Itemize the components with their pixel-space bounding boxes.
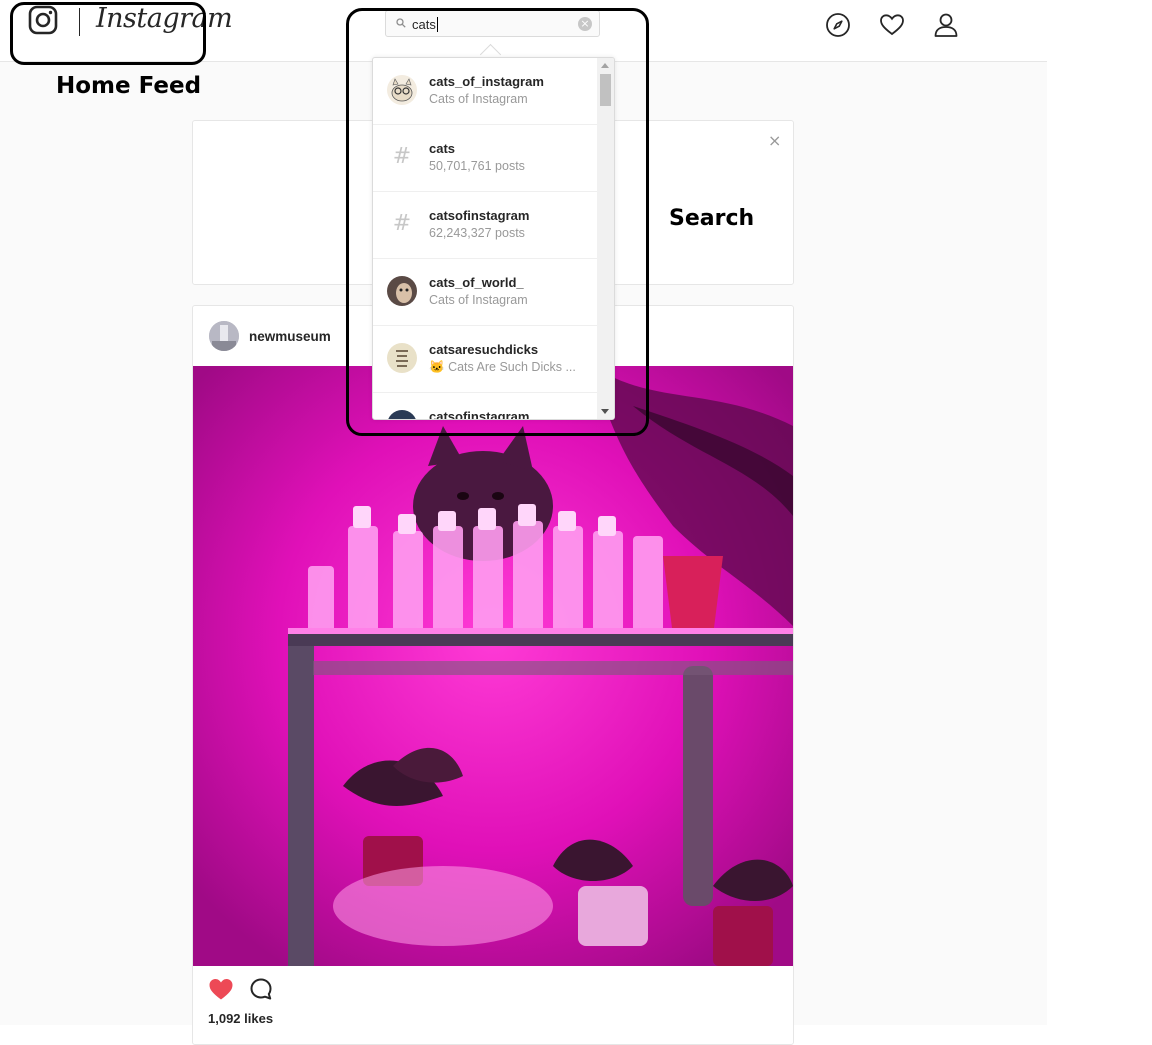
post-avatar[interactable] [209,321,239,351]
search-highlight-box [346,8,649,436]
like-heart-icon[interactable] [208,977,234,1001]
home-feed-annotation: Home Feed [56,73,202,99]
profile-icon[interactable] [933,12,959,38]
close-icon[interactable]: × [768,131,781,150]
compass-icon[interactable] [825,12,851,38]
heart-icon[interactable] [879,12,905,38]
post-username[interactable]: newmuseum [249,329,331,344]
post-photo[interactable] [193,366,793,966]
likes-count[interactable]: 1,092 likes [208,1011,273,1026]
comment-icon[interactable] [249,977,273,1001]
logo-highlight-box [10,2,206,65]
search-annotation: Search [669,206,755,231]
